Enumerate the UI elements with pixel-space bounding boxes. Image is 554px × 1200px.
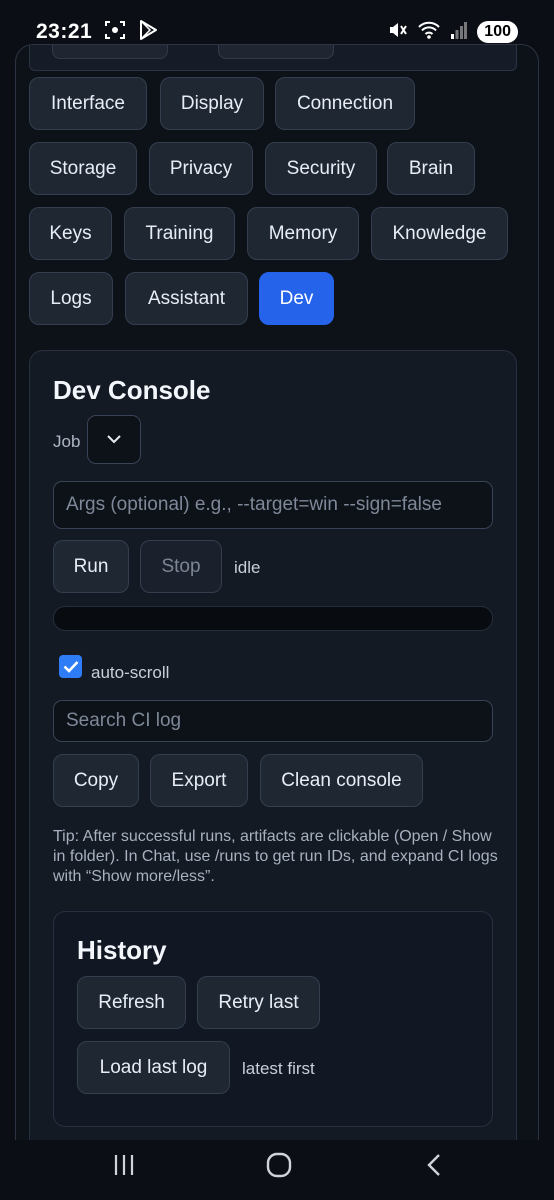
stop-button[interactable]: Stop bbox=[140, 540, 222, 593]
copy-button[interactable]: Copy bbox=[53, 754, 139, 807]
export-button[interactable]: Export bbox=[150, 754, 248, 807]
history-order-note: latest first bbox=[242, 1059, 315, 1078]
play-store-icon bbox=[138, 19, 158, 46]
tab-logs[interactable]: Logs bbox=[29, 272, 113, 325]
job-select[interactable] bbox=[87, 415, 141, 464]
partial-tab[interactable] bbox=[218, 45, 334, 59]
history-section: History Refresh Retry last Load last log… bbox=[53, 911, 493, 1127]
search-log-placeholder: Search CI log bbox=[66, 710, 182, 731]
settings-panel: Interface Display Connection Storage Pri… bbox=[15, 44, 539, 1164]
dev-console-title: Dev Console bbox=[53, 375, 211, 405]
screenshot-icon bbox=[104, 19, 126, 46]
run-button[interactable]: Run bbox=[53, 540, 129, 593]
top-strip bbox=[29, 45, 517, 71]
clean-console-button[interactable]: Clean console bbox=[260, 754, 423, 807]
chevron-down-icon bbox=[107, 431, 121, 449]
recent-apps-icon[interactable] bbox=[104, 1150, 144, 1180]
home-icon[interactable] bbox=[259, 1150, 299, 1180]
tab-dev[interactable]: Dev bbox=[259, 272, 334, 325]
tab-storage[interactable]: Storage bbox=[29, 142, 137, 195]
retry-last-button[interactable]: Retry last bbox=[197, 976, 320, 1029]
tab-brain[interactable]: Brain bbox=[387, 142, 475, 195]
dev-console-card: Dev Console Job Args (optional) e.g., --… bbox=[29, 350, 517, 1163]
partial-tab[interactable] bbox=[52, 45, 168, 59]
refresh-button[interactable]: Refresh bbox=[77, 976, 186, 1029]
tip-text: Tip: After successful runs, artifacts ar… bbox=[53, 828, 498, 885]
checkmark-icon bbox=[63, 661, 78, 673]
history-title: History bbox=[77, 935, 167, 965]
tab-memory[interactable]: Memory bbox=[247, 207, 359, 260]
progress-bar bbox=[53, 606, 493, 631]
job-label: Job bbox=[53, 432, 81, 451]
args-input[interactable]: Args (optional) e.g., --target=win --sig… bbox=[53, 481, 493, 529]
battery-indicator: 100 bbox=[477, 21, 518, 43]
mute-icon bbox=[387, 20, 408, 45]
tab-keys[interactable]: Keys bbox=[29, 207, 112, 260]
back-icon[interactable] bbox=[414, 1150, 454, 1180]
autoscroll-label: auto-scroll bbox=[91, 663, 170, 682]
run-status: idle bbox=[234, 558, 261, 577]
wifi-icon bbox=[417, 20, 441, 45]
args-placeholder: Args (optional) e.g., --target=win --sig… bbox=[66, 494, 442, 515]
tab-knowledge[interactable]: Knowledge bbox=[371, 207, 508, 260]
tab-display[interactable]: Display bbox=[160, 77, 264, 130]
search-log-input[interactable]: Search CI log bbox=[53, 700, 493, 742]
tab-security[interactable]: Security bbox=[265, 142, 377, 195]
tab-assistant[interactable]: Assistant bbox=[125, 272, 248, 325]
load-last-log-button[interactable]: Load last log bbox=[77, 1041, 230, 1094]
signal-icon bbox=[451, 21, 468, 44]
clock: 23:21 bbox=[36, 20, 93, 43]
tab-interface[interactable]: Interface bbox=[29, 77, 147, 130]
autoscroll-checkbox[interactable] bbox=[59, 655, 82, 678]
system-nav-bar bbox=[0, 1140, 554, 1200]
tab-privacy[interactable]: Privacy bbox=[149, 142, 253, 195]
tab-connection[interactable]: Connection bbox=[275, 77, 415, 130]
tab-training[interactable]: Training bbox=[124, 207, 235, 260]
